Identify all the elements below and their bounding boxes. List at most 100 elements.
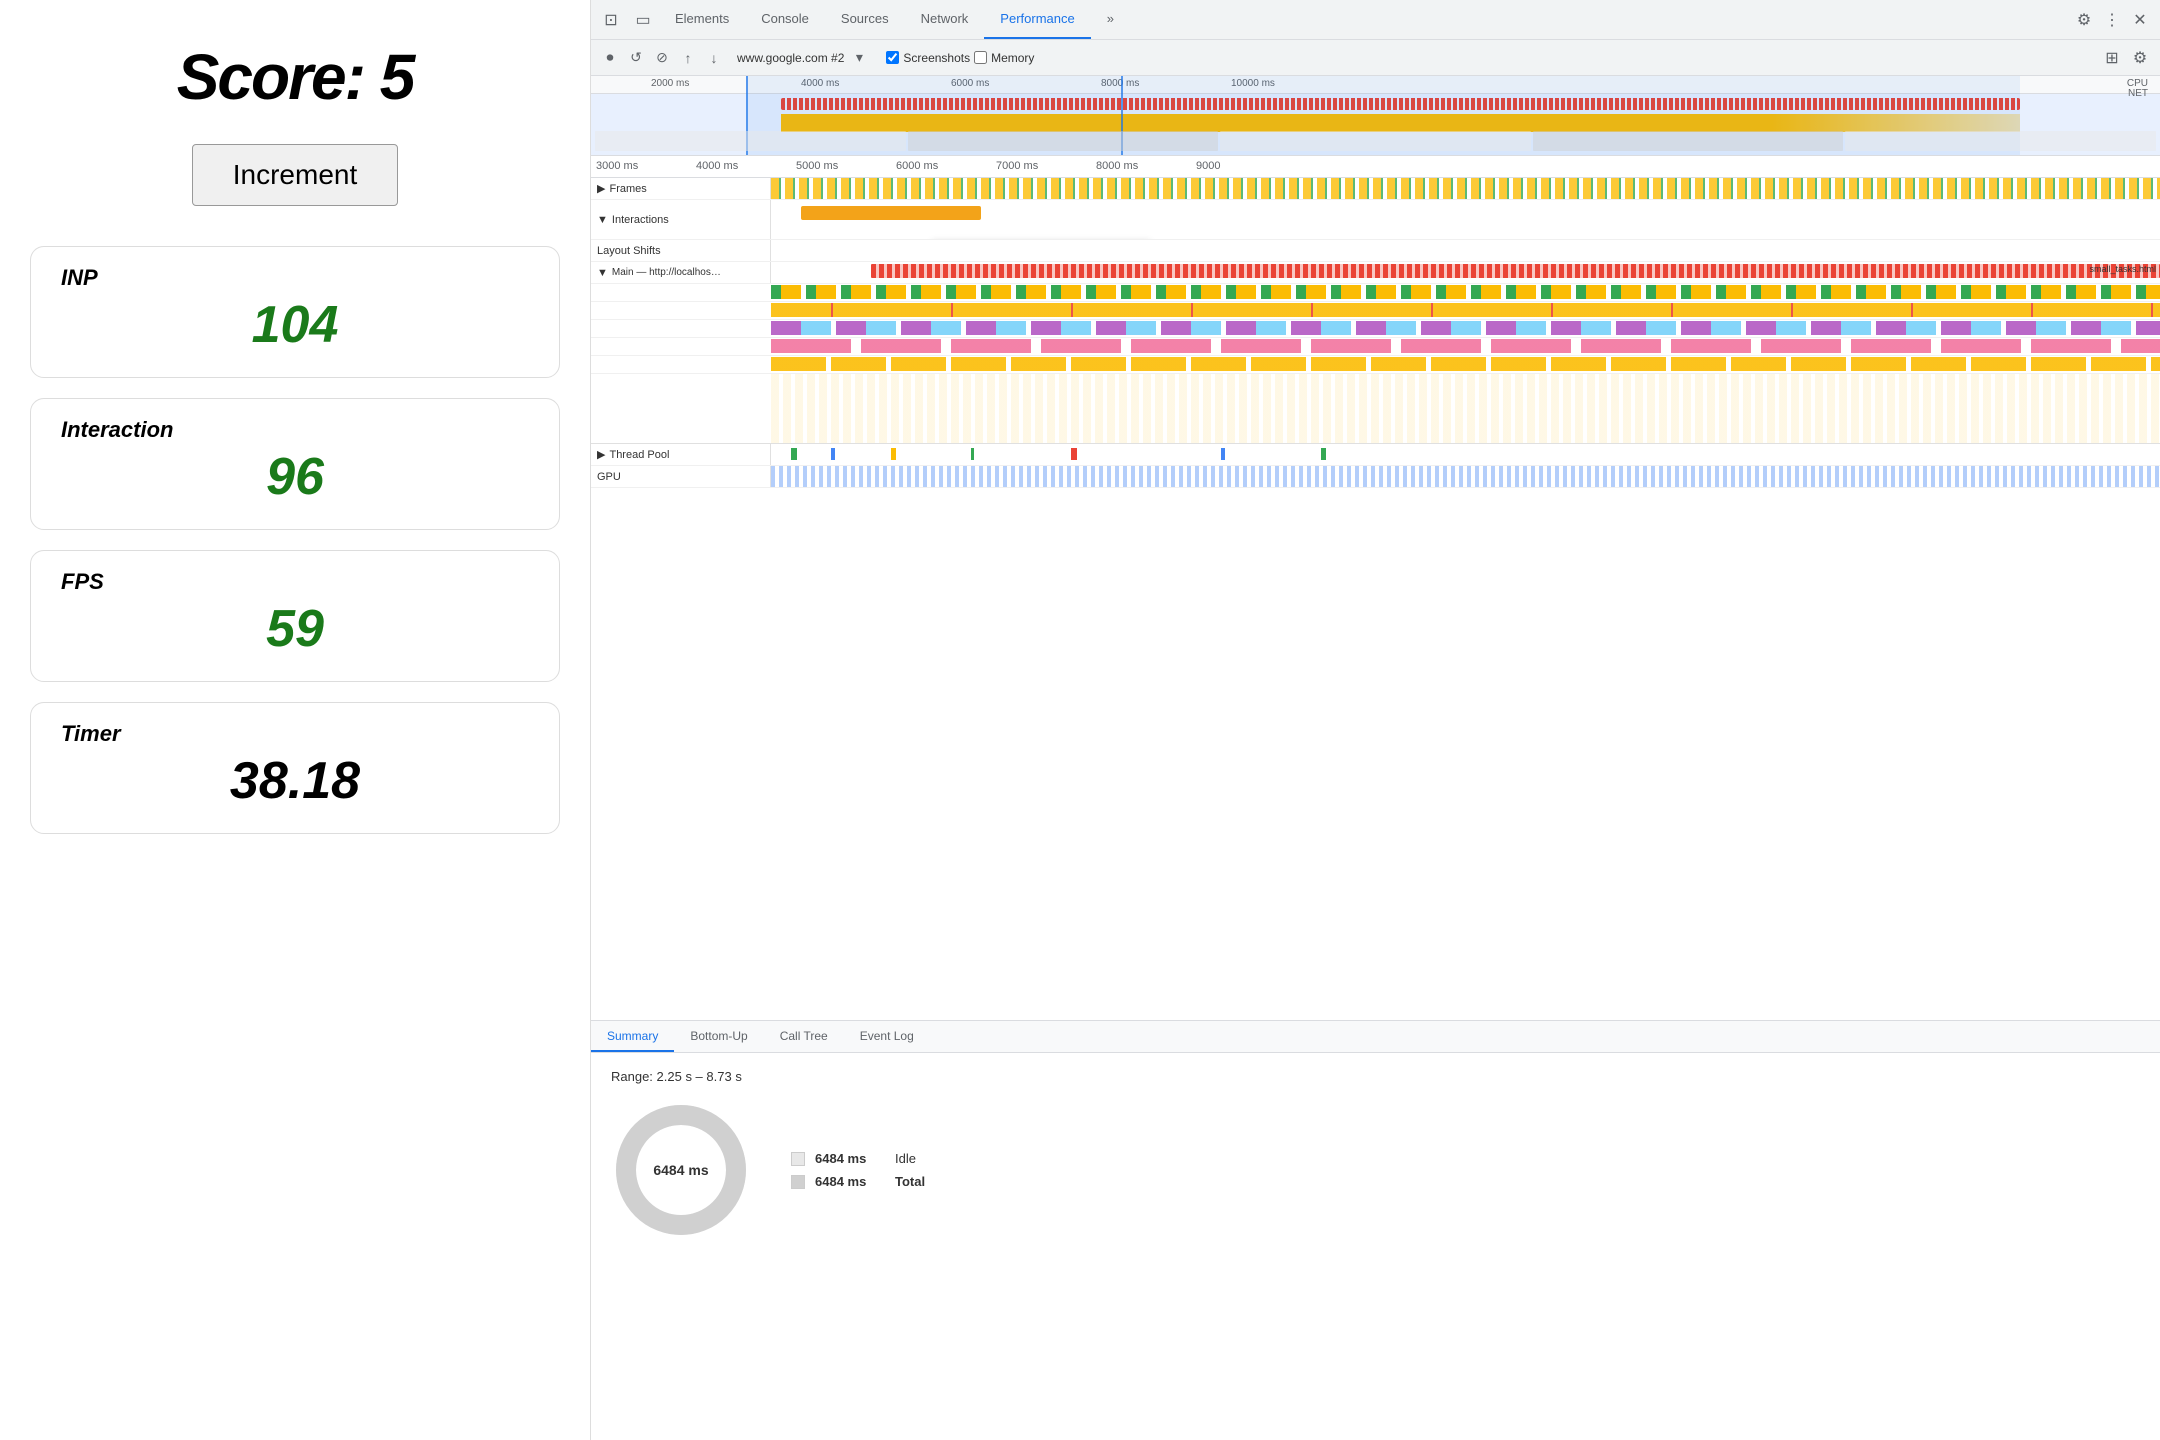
devtools-tabs: Elements Console Sources Network Perform… bbox=[659, 0, 1130, 39]
tab-call-tree[interactable]: Call Tree bbox=[764, 1021, 844, 1052]
row5-tasks bbox=[771, 357, 2160, 371]
tab-performance[interactable]: Performance bbox=[984, 0, 1090, 39]
memory-check[interactable] bbox=[974, 51, 987, 64]
tab-network[interactable]: Network bbox=[905, 0, 985, 39]
memory-label: Memory bbox=[991, 51, 1034, 65]
total-ms: 6484 ms bbox=[815, 1174, 885, 1189]
clear-icon[interactable]: ⊘ bbox=[651, 47, 673, 69]
screenshots-label: Screenshots bbox=[903, 51, 970, 65]
main-row-5 bbox=[591, 356, 2160, 374]
close-icon[interactable]: ✕ bbox=[2128, 8, 2152, 32]
main-row-3-label bbox=[591, 320, 771, 337]
main-row-4-content bbox=[771, 338, 2160, 355]
ruler2-8000: 8000 ms bbox=[1096, 160, 1138, 172]
url-dropdown-icon[interactable]: ▾ bbox=[848, 47, 870, 69]
timer-card: Timer 38.18 bbox=[30, 702, 560, 834]
gpu-text: GPU bbox=[597, 471, 621, 483]
layout-shifts-label: Layout Shifts bbox=[591, 240, 771, 261]
thread-pool-row: ▶ Thread Pool bbox=[591, 444, 2160, 466]
upload-icon[interactable]: ↑ bbox=[677, 47, 699, 69]
main-expand-icon[interactable]: ▼ bbox=[597, 267, 608, 279]
device-icon[interactable]: ▭ bbox=[631, 8, 655, 32]
devtools-header-right: ⚙ ⋮ ✕ bbox=[2072, 8, 2152, 32]
main-thread-header: ▼ Main — http://localhos… small_tasks.ht… bbox=[591, 262, 2160, 284]
ruler2-5000: 5000 ms bbox=[796, 160, 838, 172]
frames-label: ▶ Frames bbox=[591, 178, 771, 199]
left-panel: Score: 5 Increment INP 104 Interaction 9… bbox=[0, 0, 590, 1440]
inp-value: 104 bbox=[61, 295, 529, 355]
interaction-card: Interaction 96 bbox=[30, 398, 560, 530]
tab-event-log[interactable]: Event Log bbox=[844, 1021, 930, 1052]
download-icon[interactable]: ↓ bbox=[703, 47, 725, 69]
main-row-2 bbox=[591, 302, 2160, 320]
row2-tasks bbox=[771, 303, 2160, 317]
gpu-row: GPU bbox=[591, 466, 2160, 488]
idle-color bbox=[791, 1152, 805, 1166]
row1-tasks bbox=[771, 285, 2160, 299]
record-icon[interactable]: ⏺ bbox=[599, 47, 621, 69]
score-title: Score: 5 bbox=[177, 40, 414, 114]
interactions-row: ▼ Interactions 68.10 ms Pointer Input de… bbox=[591, 200, 2160, 240]
row3-tasks bbox=[771, 321, 2160, 335]
thread-pool-content bbox=[771, 444, 2160, 465]
interactions-text: Interactions bbox=[612, 214, 669, 226]
tall-row-bg bbox=[771, 374, 2160, 443]
main-row-5-label bbox=[591, 356, 771, 373]
screenshots-check[interactable] bbox=[886, 51, 899, 64]
interactions-label: ▼ Interactions bbox=[591, 200, 771, 239]
settings-icon[interactable]: ⚙ bbox=[2072, 8, 2096, 32]
main-row-2-content bbox=[771, 302, 2160, 319]
interactions-expand-icon[interactable]: ▼ bbox=[597, 214, 608, 226]
capture-icon[interactable]: ⊞ bbox=[2100, 46, 2124, 70]
frames-expand-icon[interactable]: ▶ bbox=[597, 182, 605, 195]
tab-sources[interactable]: Sources bbox=[825, 0, 905, 39]
interactions-content[interactable]: 68.10 ms Pointer Input delay 66ms Proces… bbox=[771, 200, 2160, 239]
net-label: NET bbox=[2128, 88, 2148, 99]
total-color bbox=[791, 1175, 805, 1189]
memory-checkbox[interactable]: Memory bbox=[974, 51, 1034, 65]
timeline-area: 3000 ms 4000 ms 5000 ms 6000 ms 7000 ms … bbox=[591, 156, 2160, 1020]
bottom-content: Range: 2.25 s – 8.73 s 6484 ms 6484 ms bbox=[591, 1053, 2160, 1440]
thread-pool-expand-icon[interactable]: ▶ bbox=[597, 448, 605, 461]
ruler2-4000: 4000 ms bbox=[696, 160, 738, 172]
tab-summary[interactable]: Summary bbox=[591, 1021, 674, 1052]
increment-button[interactable]: Increment bbox=[192, 144, 399, 206]
screenshots-row bbox=[591, 131, 2160, 151]
tp-bar-6 bbox=[1221, 448, 1225, 460]
devtools-header: ⊡ ▭ Elements Console Sources Network Per… bbox=[591, 0, 2160, 40]
tp-bar-5 bbox=[1071, 448, 1077, 460]
screenshots-checkbox[interactable]: Screenshots bbox=[886, 51, 970, 65]
tab-bottom-up[interactable]: Bottom-Up bbox=[674, 1021, 763, 1052]
more-icon[interactable]: ⋮ bbox=[2100, 8, 2124, 32]
tab-elements[interactable]: Elements bbox=[659, 0, 745, 39]
timeline-rows: ▶ Frames ▼ Interactions 68.10 ms bbox=[591, 178, 2160, 1020]
tp-bar-7 bbox=[1321, 448, 1326, 460]
cursor-icon[interactable]: ⊡ bbox=[599, 8, 623, 32]
tab-console[interactable]: Console bbox=[745, 0, 825, 39]
toolbar-settings-icon[interactable]: ⚙ bbox=[2128, 46, 2152, 70]
gpu-content bbox=[771, 466, 2160, 487]
fps-value: 59 bbox=[61, 599, 529, 659]
main-thread-text: Main — http://localhos… bbox=[612, 267, 721, 278]
interaction-bar[interactable] bbox=[801, 206, 981, 220]
main-thread-content: small_tasks.html bbox=[771, 262, 2160, 283]
ruler2-7000: 7000 ms bbox=[996, 160, 1038, 172]
frames-content bbox=[771, 178, 2160, 199]
reload-icon[interactable]: ↺ bbox=[625, 47, 647, 69]
thread-pool-text: Thread Pool bbox=[609, 449, 669, 461]
legend-idle: 6484 ms Idle bbox=[791, 1151, 925, 1166]
summary-area: 6484 ms 6484 ms Idle 6484 ms Total bbox=[611, 1100, 2140, 1240]
idle-ms: 6484 ms bbox=[815, 1151, 885, 1166]
tab-more[interactable]: » bbox=[1091, 0, 1130, 39]
timeline-overview[interactable]: 2000 ms 4000 ms 6000 ms 8000 ms 10000 ms… bbox=[591, 76, 2160, 156]
main-row-3-content bbox=[771, 320, 2160, 337]
tp-bar-1 bbox=[791, 448, 797, 460]
timer-label: Timer bbox=[61, 721, 529, 747]
main-row-tall-label bbox=[591, 374, 771, 443]
legend-items: 6484 ms Idle 6484 ms Total bbox=[791, 1151, 925, 1189]
donut-chart: 6484 ms bbox=[611, 1100, 751, 1240]
row4-tasks bbox=[771, 339, 2160, 353]
bottom-tabs: Summary Bottom-Up Call Tree Event Log bbox=[591, 1021, 2160, 1053]
layout-shifts-content bbox=[771, 240, 2160, 261]
total-label: Total bbox=[895, 1174, 925, 1189]
